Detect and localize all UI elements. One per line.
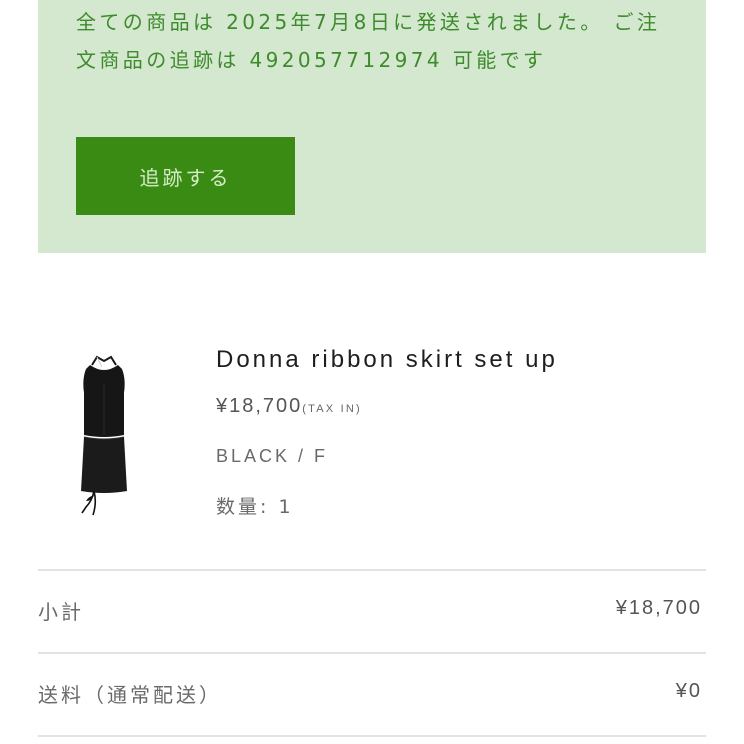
product-image[interactable] xyxy=(64,355,144,527)
tax-note: (TAX IN) xyxy=(302,403,362,415)
shipping-notice-banner: 全ての商品は 2025年7月8日に発送されました。 ご注文商品の追跡は 4920… xyxy=(38,0,706,253)
shipping-fee-label: 送料（通常配送） xyxy=(38,683,222,707)
subtotal-label: 小計 xyxy=(38,600,84,624)
product-quantity: 数量: 1 xyxy=(216,496,294,518)
shipping-notice-message: 全ての商品は 2025年7月8日に発送されました。 ご注文商品の追跡は 4920… xyxy=(76,10,661,72)
track-shipment-button[interactable]: 追跡する xyxy=(76,137,295,215)
divider xyxy=(38,735,706,737)
product-price: ¥18,700 xyxy=(216,395,303,417)
subtotal-value: ¥18,700 xyxy=(615,597,702,619)
divider xyxy=(38,569,706,571)
product-price-row: ¥18,700(TAX IN) xyxy=(216,395,362,418)
product-name[interactable]: Donna ribbon skirt set up xyxy=(216,346,558,374)
shipping-fee-value: ¥0 xyxy=(675,680,702,702)
order-status-page: 全ての商品は 2025年7月8日に発送されました。 ご注文商品の追跡は 4920… xyxy=(0,0,744,744)
product-variant: BLACK / F xyxy=(216,446,329,466)
divider xyxy=(38,652,706,654)
